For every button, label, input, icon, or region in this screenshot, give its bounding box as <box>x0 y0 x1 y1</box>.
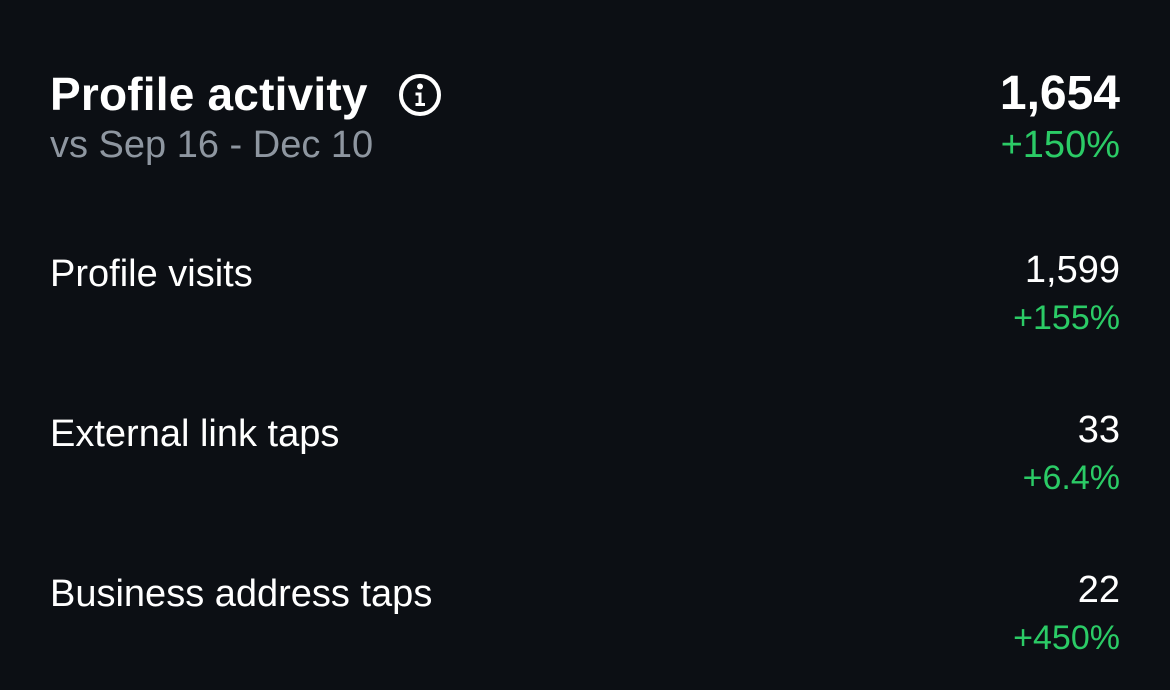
metric-change: +450% <box>1013 619 1120 657</box>
total-change: +150% <box>1000 124 1120 166</box>
title-row: Profile activity <box>50 64 442 124</box>
metric-row-external-link-taps: External link taps 33 +6.4% <box>50 406 1120 500</box>
metric-values: 22 +450% <box>1013 566 1120 660</box>
metric-row-business-address-taps: Business address taps 22 +450% <box>50 566 1120 660</box>
metric-value: 33 <box>1077 409 1120 451</box>
page-title: Profile activity <box>50 68 368 120</box>
metric-change: +155% <box>1013 299 1120 337</box>
metric-label: Profile visits <box>50 253 253 295</box>
total-value: 1,654 <box>999 67 1120 120</box>
metric-label: External link taps <box>50 413 340 455</box>
metric-label: Business address taps <box>50 573 433 615</box>
metric-change: +6.4% <box>1022 459 1120 497</box>
info-icon[interactable] <box>398 73 442 117</box>
header-left: Profile activity vs Sep 16 - Dec 10 <box>50 64 442 170</box>
info-circle-icon <box>398 74 441 116</box>
profile-activity-header: Profile activity vs Sep 16 - Dec 10 1,65… <box>50 64 1120 170</box>
comparison-period: vs Sep 16 - Dec 10 <box>50 124 374 166</box>
metric-value: 22 <box>1077 569 1120 611</box>
metric-values: 1,599 +155% <box>1013 246 1120 340</box>
metric-values: 33 +6.4% <box>1023 406 1120 500</box>
header-totals: 1,654 +150% <box>1000 64 1120 170</box>
metric-value: 1,599 <box>1024 249 1120 291</box>
profile-activity-panel: Profile activity vs Sep 16 - Dec 10 1,65… <box>0 0 1170 690</box>
metric-row-profile-visits: Profile visits 1,599 +155% <box>50 246 1120 340</box>
